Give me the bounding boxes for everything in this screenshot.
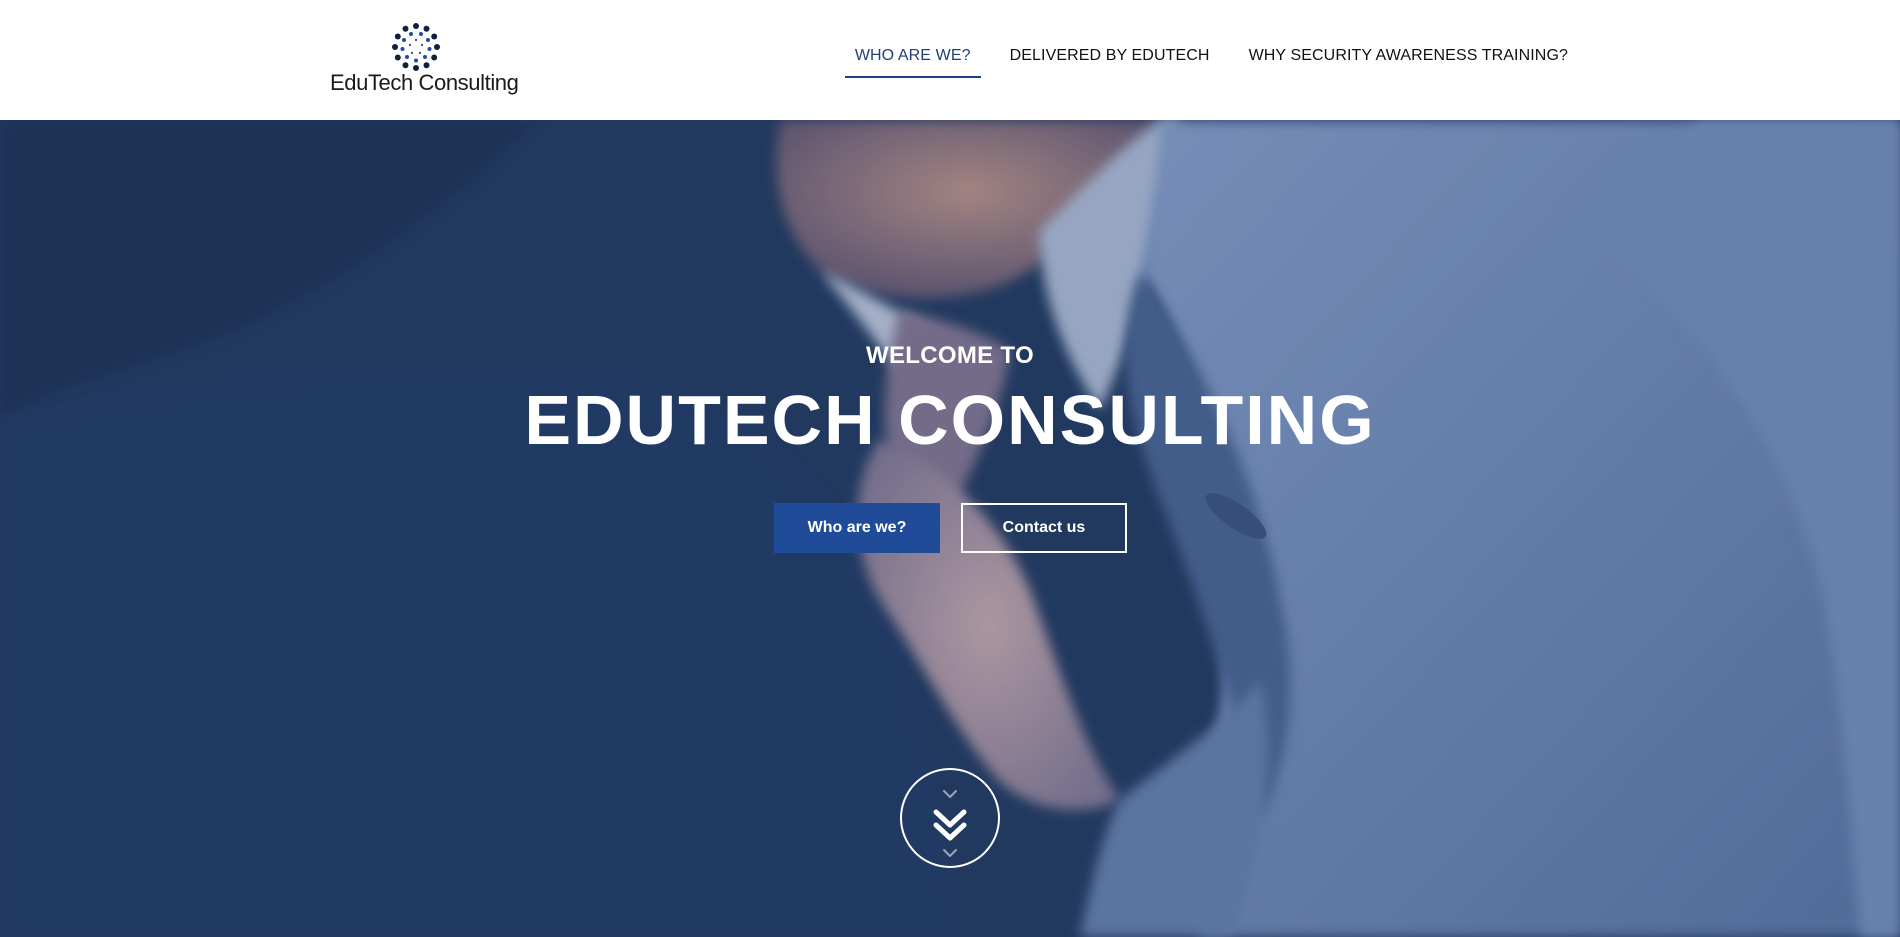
main-nav: WHO ARE WE? DELIVERED BY EDUTECH WHY SEC… — [844, 36, 1578, 78]
hero-section: WELCOME TO EDUTECH CONSULTING Who are we… — [0, 120, 1900, 937]
hero-eyebrow: WELCOME TO — [866, 342, 1034, 369]
logo-text: EduTech Consulting — [330, 70, 519, 95]
nav-delivered-by-edutech[interactable]: DELIVERED BY EDUTECH — [1000, 36, 1220, 78]
who-are-we-button[interactable]: Who are we? — [774, 503, 940, 553]
nav-why-security-awareness-training[interactable]: WHY SECURITY AWARENESS TRAINING? — [1239, 36, 1578, 78]
double-chevron-down-icon — [933, 790, 967, 857]
logo-link[interactable]: EduTech Consulting — [330, 20, 519, 100]
hero-title: EDUTECH CONSULTING — [524, 381, 1376, 459]
site-header: EduTech Consulting WHO ARE WE? DELIVERED… — [0, 0, 1900, 120]
nav-who-are-we[interactable]: WHO ARE WE? — [844, 36, 981, 78]
contact-us-button[interactable]: Contact us — [961, 503, 1127, 553]
logo-dots-icon — [392, 23, 440, 71]
scroll-down-button[interactable] — [900, 768, 1000, 868]
